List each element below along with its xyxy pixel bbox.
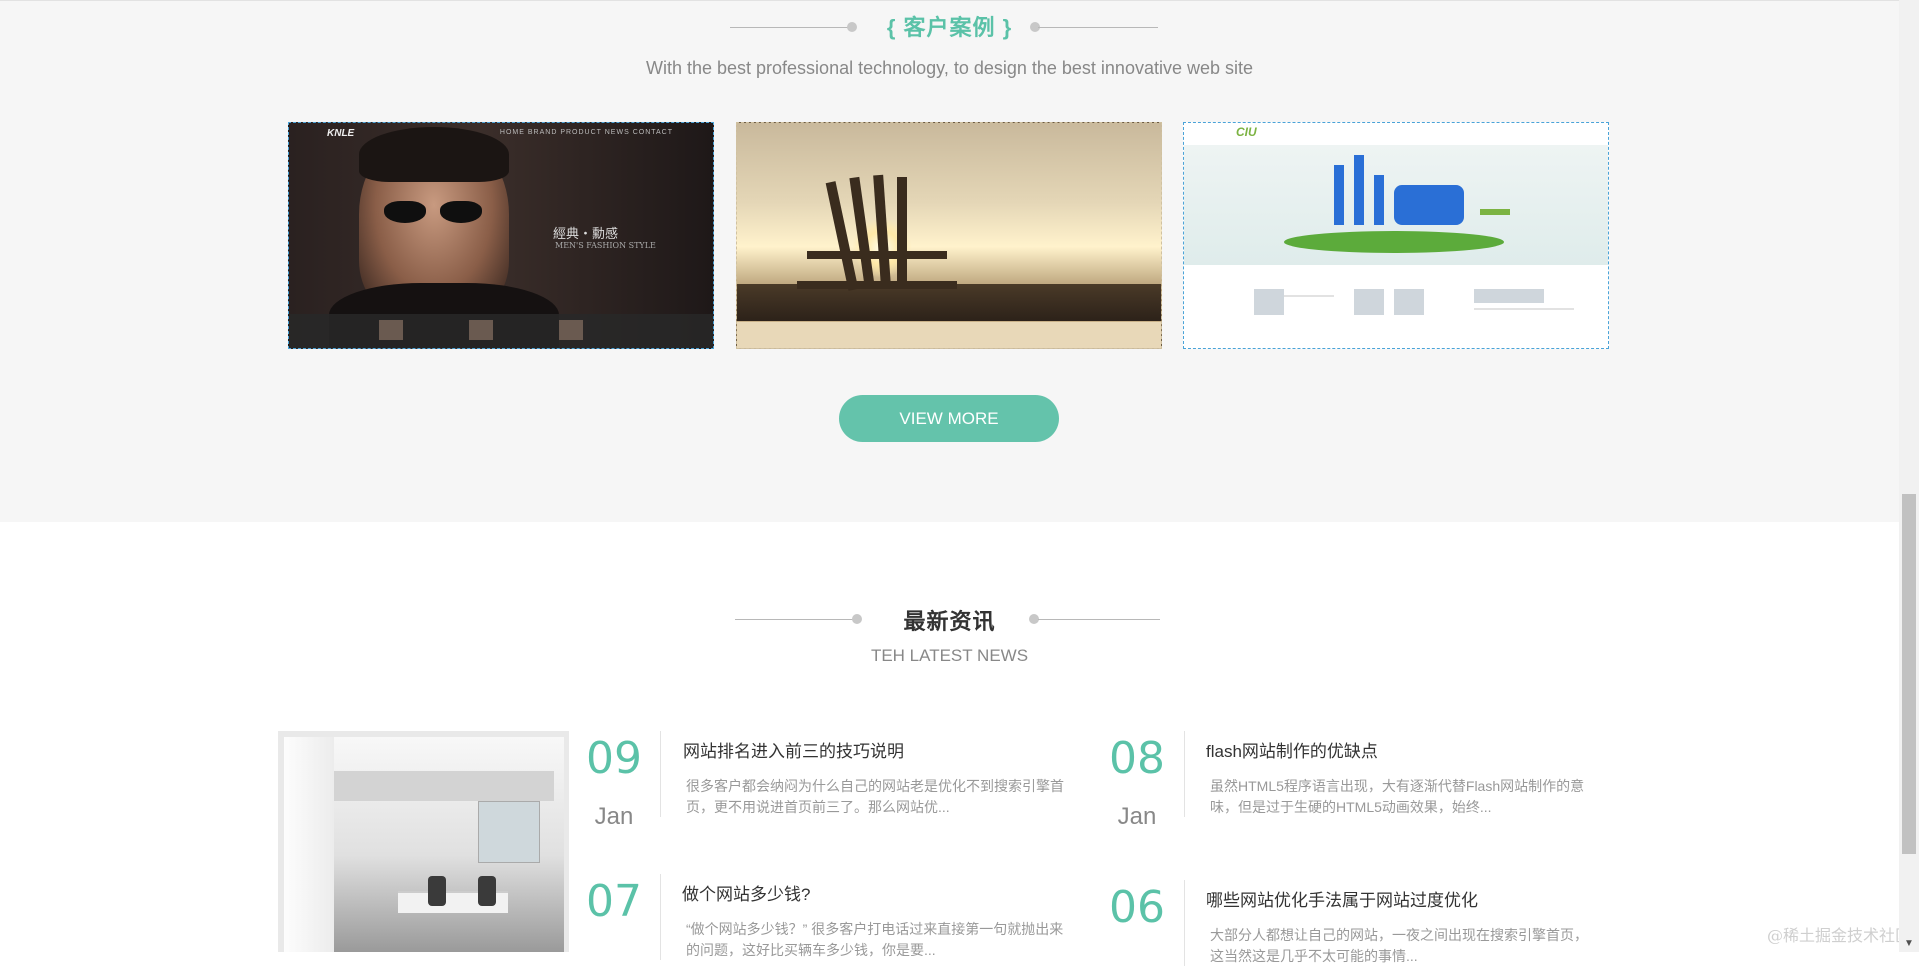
news-divider	[1184, 880, 1185, 966]
case-card-fashion[interactable]: KNLE HOME BRAND PRODUCT NEWS CONTACT 經典・…	[288, 122, 714, 349]
cases-title: { 客户案例 }	[886, 15, 1013, 40]
news-feature-image[interactable]	[278, 731, 569, 952]
scrollbar[interactable]: ▼	[1899, 0, 1919, 952]
scrollbar-thumb[interactable]	[1902, 494, 1916, 854]
office-chair	[428, 876, 446, 906]
news-excerpt: 很多客户都会纳闷为什么自己的网站老是优化不到搜索引擎首页，更不用说进首页前三了。…	[686, 778, 1064, 815]
case-thumb	[1474, 289, 1544, 303]
news-subtitle: TEH LATEST NEWS	[870, 646, 1029, 665]
case-logo: CIU	[1236, 125, 1257, 139]
case-thumb-strip	[289, 314, 713, 348]
case-slogan: 經典・勳感	[553, 227, 619, 242]
sunglasses	[384, 201, 484, 223]
case-footer-bar	[737, 321, 1161, 348]
case-thumb	[1354, 289, 1384, 315]
content-line	[1474, 308, 1574, 310]
adirondack-chair	[777, 171, 957, 321]
watermark: @稀土掘金技术社区	[1766, 926, 1911, 945]
news-divider	[660, 731, 661, 817]
cases-subtitle: With the best professional technology, t…	[645, 58, 1254, 78]
case-nav: HOME BRAND PRODUCT NEWS CONTACT	[499, 129, 673, 136]
case-card-industrial[interactable]: CIU	[1183, 122, 1609, 349]
view-more-button[interactable]: VIEW MORE	[839, 395, 1059, 442]
banner-button	[1480, 209, 1510, 215]
office-chair	[478, 876, 496, 906]
news-divider	[1184, 731, 1185, 817]
news-day: 08	[1109, 733, 1165, 784]
news-divider	[660, 874, 661, 960]
case-logo: KNLE	[327, 128, 355, 139]
content-line	[1284, 295, 1334, 297]
news-day: 06	[1109, 882, 1165, 933]
news-month: Jan	[1117, 803, 1157, 830]
news-day: 09	[586, 733, 642, 784]
news-day: 07	[586, 876, 642, 927]
scroll-down-icon[interactable]: ▼	[1903, 938, 1915, 950]
news-title: 最新资讯	[903, 609, 996, 634]
office-window	[478, 801, 540, 863]
case-slogan-en: MEN'S FASHION STYLE	[555, 241, 656, 250]
news-month: Jan	[594, 803, 634, 830]
news-headline[interactable]: flash网站制作的优缺点	[1206, 737, 1378, 762]
grass-base	[1284, 231, 1504, 253]
news-headline[interactable]: 网站排名进入前三的技巧说明	[683, 737, 904, 762]
news-headline[interactable]: 哪些网站优化手法属于网站过度优化	[1206, 886, 1478, 911]
news-excerpt: 大部分人都想让自己的网站，一夜之间出现在搜索引擎首页，这当然这是几乎不太可能的事…	[1210, 927, 1588, 964]
case-thumb	[1254, 289, 1284, 315]
case-thumb	[1394, 289, 1424, 315]
model-hair	[359, 127, 509, 182]
office-wall	[284, 737, 334, 952]
case-header: CIU	[1184, 123, 1608, 146]
news-excerpt: 虽然HTML5程序语言出现，大有逐渐代替Flash网站制作的意味，但是过于生硬的…	[1210, 778, 1585, 815]
news-headline[interactable]: 做个网站多少钱?	[682, 880, 810, 905]
news-excerpt: “做个网站多少钱？” 很多客户打电话过来直接第一句就抛出来的问题，这好比买辆车多…	[686, 921, 1064, 958]
case-card-sunset[interactable]	[736, 122, 1162, 349]
office-ceiling	[334, 771, 554, 801]
